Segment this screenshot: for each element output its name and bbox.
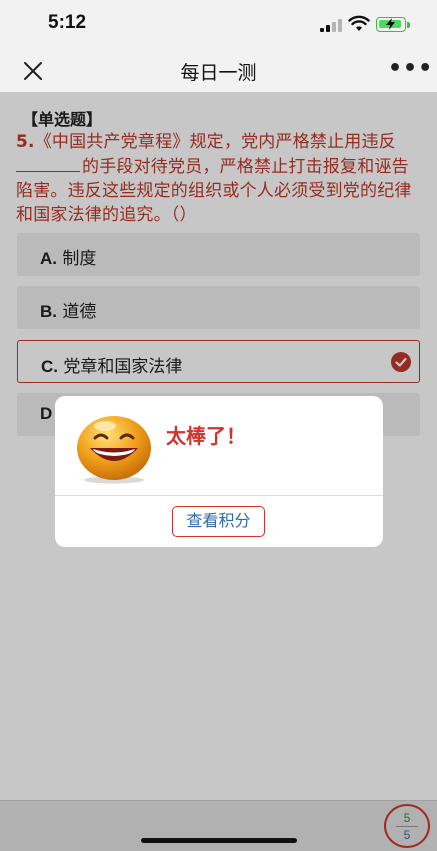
nav-bar: 每日一测 •••	[0, 50, 437, 92]
dialog-message: 太棒了！	[166, 424, 246, 448]
status-time: 5:12	[48, 12, 87, 33]
more-button[interactable]: •••	[388, 56, 432, 86]
dialog-divider	[55, 495, 383, 496]
home-indicator[interactable]	[141, 838, 297, 843]
wifi-icon	[348, 15, 370, 31]
cellular-signal-icon	[320, 18, 342, 32]
view-points-button[interactable]: 查看积分	[172, 506, 265, 537]
page-title: 每日一测	[180, 62, 257, 84]
battery-icon	[376, 17, 406, 32]
result-dialog: 太棒了！ 查看积分	[55, 396, 383, 547]
status-bar: 5:12	[0, 0, 437, 50]
battery-nub	[407, 22, 410, 28]
smiley-face-icon	[77, 416, 151, 484]
